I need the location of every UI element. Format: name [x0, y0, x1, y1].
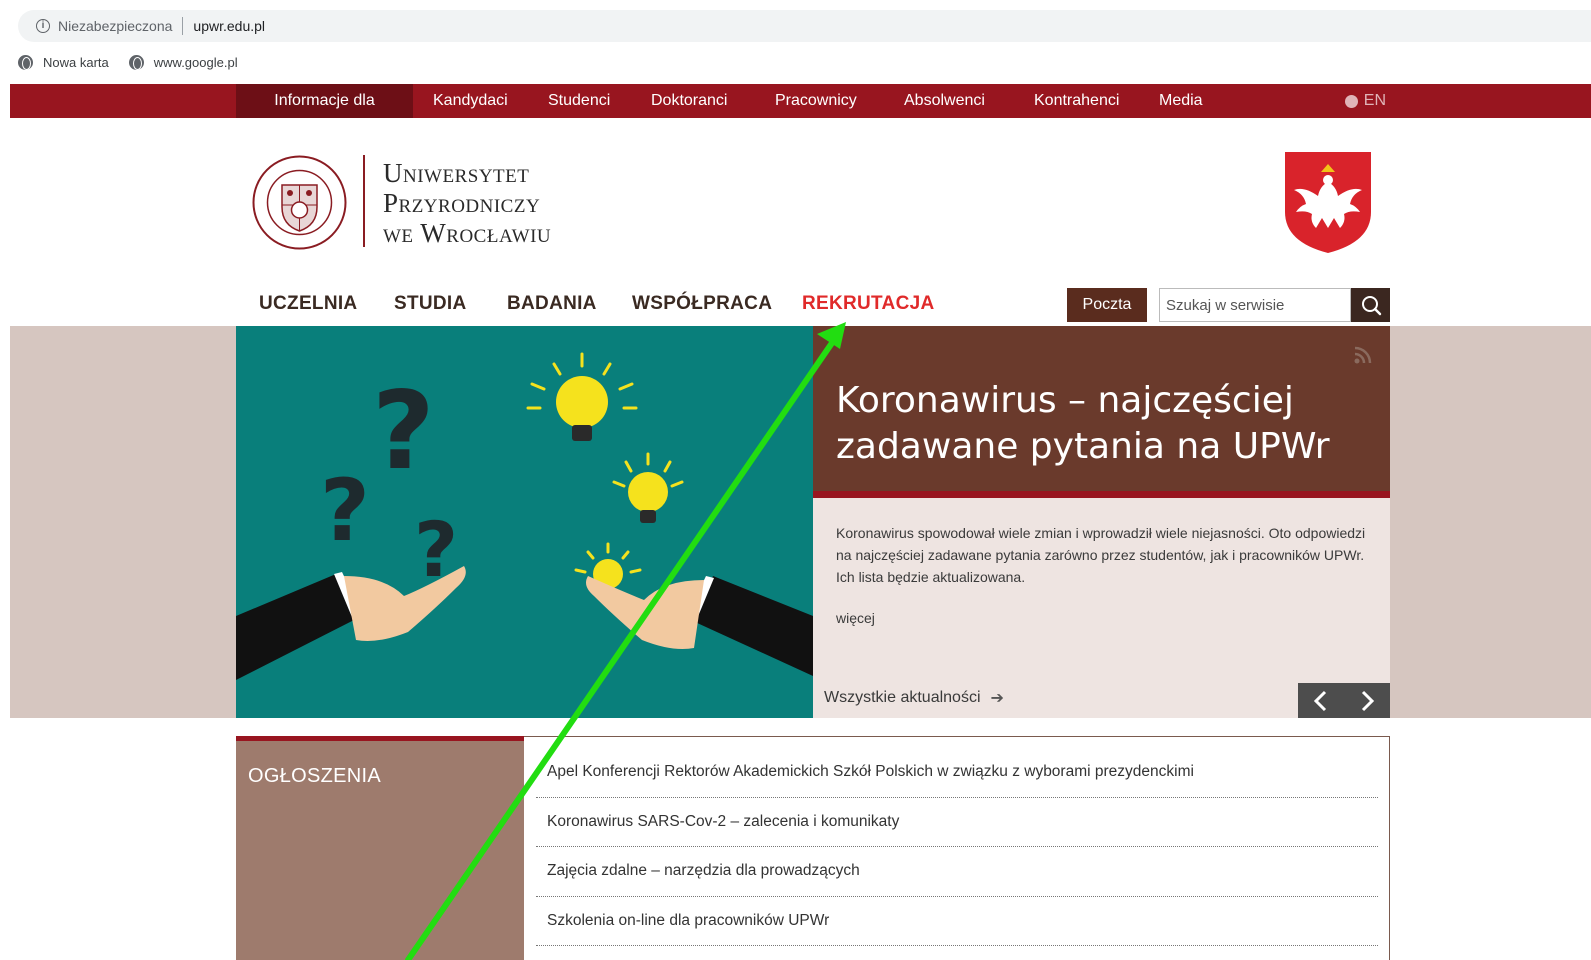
globe-icon — [1344, 94, 1358, 108]
audience-link-media[interactable]: Media — [1159, 92, 1203, 110]
globe-icon — [128, 54, 144, 70]
audience-link-kontrahenci[interactable]: Kontrahenci — [1034, 92, 1119, 110]
address-bar[interactable]: i Niezabezpieczona upwr.edu.pl — [18, 10, 1591, 42]
chevron-right-icon — [1361, 690, 1375, 711]
nav-rekrutacja[interactable]: REKRUTACJA — [802, 293, 934, 315]
announcements-header: OGŁOSZENIA — [236, 736, 524, 960]
language-label: EN — [1363, 92, 1386, 109]
announcement-item[interactable]: Koronawirus SARS-Cov-2 – zalecenia i kom… — [536, 798, 1378, 847]
bookmark-label: Nowa karta — [43, 54, 109, 70]
page: i Niezabezpieczona upwr.edu.pl Nowa kart… — [0, 0, 1591, 960]
audience-link-doktoranci[interactable]: Doktoranci — [651, 92, 727, 110]
audience-link-studenci[interactable]: Studenci — [548, 92, 610, 110]
read-more-link[interactable]: więcej — [836, 610, 875, 626]
slider-prev-button[interactable] — [1298, 683, 1344, 718]
audience-link-kandydaci[interactable]: Kandydaci — [433, 92, 508, 110]
hero-image[interactable]: ? ? ? — [236, 326, 813, 718]
university-name-line: Przyrodniczy — [383, 188, 541, 218]
svg-text:?: ? — [320, 461, 370, 561]
announcement-item[interactable]: Apel Konferencji Rektorów Akademickich S… — [536, 748, 1378, 798]
globe-icon — [18, 54, 33, 70]
hero-news-panel: Koronawirus – najczęściej zadawane pytan… — [813, 326, 1390, 718]
announcements-title[interactable]: OGŁOSZENIA — [248, 765, 381, 788]
nav-studia[interactable]: STUDIA — [394, 293, 467, 315]
search-button[interactable] — [1351, 288, 1390, 322]
bookmark-google[interactable]: www.google.pl — [128, 54, 238, 70]
slider-next-button[interactable] — [1344, 683, 1390, 718]
search-input[interactable] — [1159, 288, 1351, 322]
svg-text:?: ? — [372, 369, 435, 494]
hero-title-box: Koronawirus – najczęściej zadawane pytan… — [813, 326, 1390, 498]
university-name[interactable]: Uniwersytet Przyrodniczy we Wrocławiu — [383, 158, 551, 248]
info-for-button[interactable]: Informacje dla — [236, 84, 413, 118]
chevron-left-icon — [1313, 690, 1327, 711]
language-switch[interactable]: EN — [1344, 92, 1386, 110]
search-icon — [1361, 296, 1381, 316]
announcement-item[interactable]: Szkolenia on-line dla pracowników UPWr — [536, 897, 1378, 946]
info-icon[interactable]: i — [36, 19, 50, 33]
mail-button[interactable]: Poczta — [1067, 288, 1147, 322]
logo-divider — [363, 155, 365, 247]
announcements-list: Apel Konferencji Rektorów Akademickich S… — [536, 748, 1378, 946]
university-name-line: Uniwersytet — [383, 158, 530, 188]
bookmarks-bar: Nowa karta www.google.pl — [18, 50, 258, 74]
security-label: Niezabezpieczona — [58, 18, 173, 34]
university-seal-logo[interactable] — [252, 155, 347, 250]
rss-icon[interactable] — [1354, 346, 1372, 364]
hero-title[interactable]: Koronawirus – najczęściej zadawane pytan… — [836, 378, 1366, 470]
all-news-link[interactable]: Wszystkie aktualności ➔ — [824, 688, 1004, 708]
slider-controls — [1298, 683, 1390, 718]
address-divider — [182, 17, 184, 35]
hero-description: Koronawirus spowodował wiele zmian i wpr… — [836, 525, 1366, 585]
bookmark-new-tab[interactable]: Nowa karta — [18, 54, 109, 70]
all-news-label: Wszystkie aktualności — [824, 689, 981, 706]
audience-link-pracownicy[interactable]: Pracownicy — [775, 92, 857, 110]
audience-link-absolwenci[interactable]: Absolwenci — [904, 92, 985, 110]
url-text[interactable]: upwr.edu.pl — [193, 18, 265, 34]
polish-eagle-emblem — [1285, 152, 1371, 253]
university-name-line: we Wrocławiu — [383, 218, 552, 248]
nav-uczelnia[interactable]: UCZELNIA — [259, 293, 357, 315]
nav-badania[interactable]: BADANIA — [507, 293, 597, 315]
audience-bar: Informacje dla Kandydaci Studenci Doktor… — [10, 84, 1591, 118]
questions-lightbulbs-illustration: ? ? ? — [236, 352, 813, 680]
bookmark-label: www.google.pl — [153, 54, 238, 70]
announcement-item[interactable]: Zajęcia zdalne – narzędzia dla prowadząc… — [536, 847, 1378, 897]
arrow-right-icon: ➔ — [990, 690, 1004, 707]
nav-wspolpraca[interactable]: WSPÓŁPRACA — [632, 293, 772, 315]
